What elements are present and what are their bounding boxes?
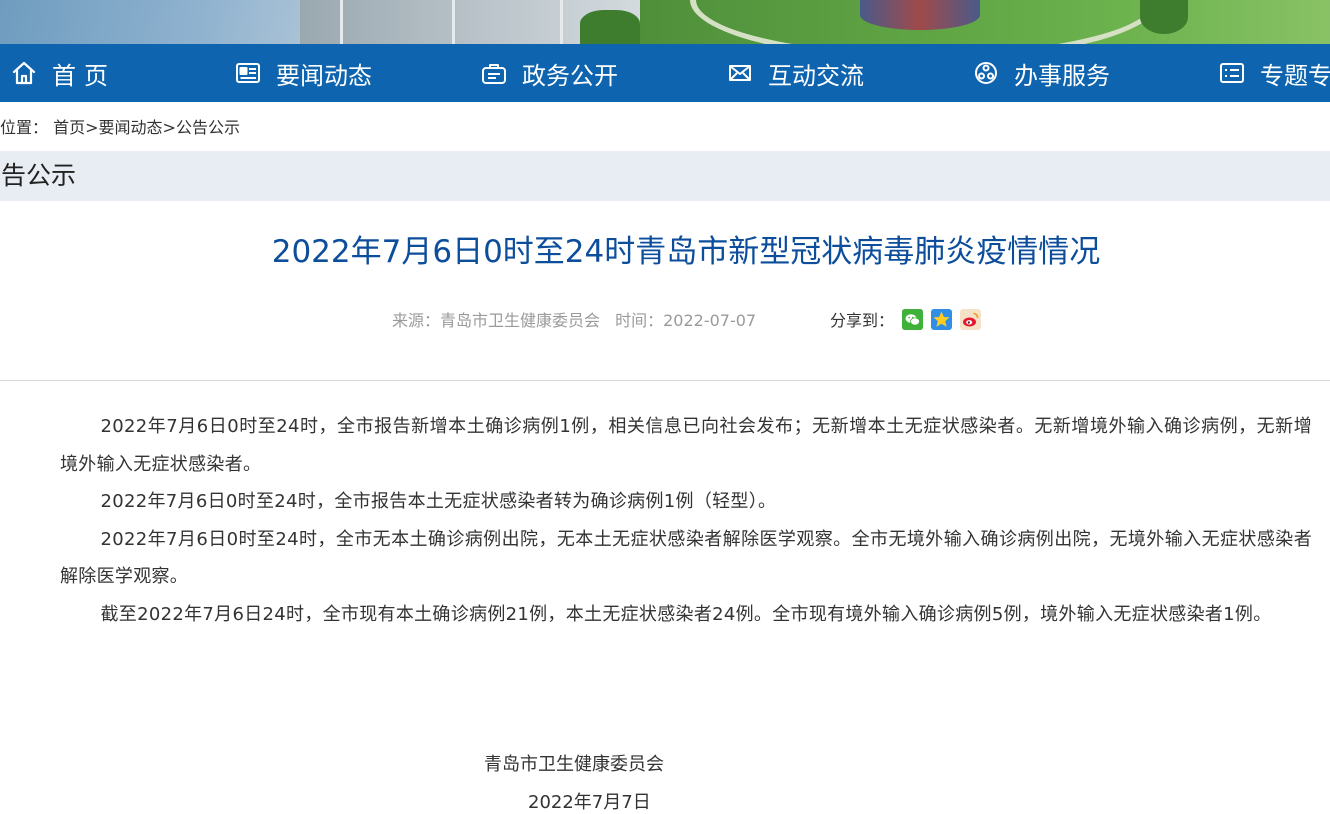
share-bar: 分享到： xyxy=(830,307,982,331)
nav-item-label: 互动交流 xyxy=(768,61,864,90)
breadcrumb: 位置： 首页>要闻动态>公告公示 xyxy=(0,114,240,140)
article-meta: 来源：青岛市卫生健康委员会 时间：2022-07-07 xyxy=(392,307,766,331)
header-banner-image xyxy=(0,0,1330,44)
banner-pole xyxy=(340,0,343,44)
share-label: 分享到： xyxy=(830,311,895,330)
article-paragraph: 截至2022年7月6日24时，全市现有本土确诊病例21例，本土无症状感染者24例… xyxy=(100,603,1272,625)
home-icon xyxy=(10,59,38,87)
breadcrumb-link-home[interactable]: 首页 xyxy=(53,118,85,137)
breadcrumb-separator: > xyxy=(162,118,176,137)
nav-item-government[interactable]: 政务公开 xyxy=(480,44,618,102)
nav-item-label: 专题专 xyxy=(1260,61,1330,90)
mail-icon xyxy=(726,59,754,87)
article-body: 2022年7月6日0时至24时，全市报告新增本土确诊病例1例，相关信息已向社会发… xyxy=(60,408,1312,633)
banner-sculpture xyxy=(860,0,980,30)
banner-pole xyxy=(560,0,563,44)
article-time: 时间：2022-07-07 xyxy=(615,311,757,330)
breadcrumb-separator: > xyxy=(85,118,99,137)
wechat-icon[interactable] xyxy=(902,308,924,330)
nav-item-news[interactable]: 要闻动态 xyxy=(234,44,372,102)
section-header-bar: 公告公示 xyxy=(0,151,1330,201)
briefcase-icon xyxy=(480,59,508,87)
section-title: 公告公示 xyxy=(0,161,77,190)
nav-item-label: 首页 xyxy=(52,61,116,90)
service-icon xyxy=(972,59,1000,87)
nav-item-home[interactable]: 首页 xyxy=(10,44,116,102)
news-icon xyxy=(234,59,262,87)
article-paragraph: 2022年7月6日0时至24时，全市报告本土无症状感染者转为确诊病例1例（轻型）… xyxy=(100,491,777,512)
nav-item-services[interactable]: 办事服务 xyxy=(972,44,1110,102)
banner-pole xyxy=(452,0,455,44)
nav-item-label: 要闻动态 xyxy=(276,61,372,90)
main-nav: 首页 要闻动态 政务公开 互动交流 办事服务 专题专 xyxy=(0,44,1330,102)
nav-item-label: 办事服务 xyxy=(1014,61,1110,90)
banner-hedge xyxy=(1140,0,1188,34)
qzone-icon[interactable] xyxy=(931,308,953,330)
nav-item-topics[interactable]: 专题专 xyxy=(1218,44,1330,102)
banner-hedge xyxy=(580,10,640,44)
nav-item-interaction[interactable]: 互动交流 xyxy=(726,44,864,102)
weibo-icon[interactable] xyxy=(960,308,982,330)
article-source: 来源：青岛市卫生健康委员会 xyxy=(392,311,601,330)
breadcrumb-link-notices[interactable]: 公告公示 xyxy=(176,118,240,137)
nav-item-label: 政务公开 xyxy=(522,61,618,90)
divider xyxy=(0,380,1330,381)
breadcrumb-link-news[interactable]: 要闻动态 xyxy=(99,118,163,137)
list-icon xyxy=(1218,59,1246,87)
signature-org: 青岛市卫生健康委员会 xyxy=(484,754,664,775)
signature-date: 2022年7月7日 xyxy=(528,792,651,813)
article-paragraph: 2022年7月6日0时至24时，全市报告新增本土确诊病例1例，相关信息已向社会发… xyxy=(60,416,1312,475)
article-paragraph: 2022年7月6日0时至24时，全市无本土确诊病例出院，无本土无症状感染者解除医… xyxy=(60,528,1312,588)
article-title: 2022年7月6日0时至24时青岛市新型冠状病毒肺炎疫情情况 xyxy=(271,234,1101,270)
breadcrumb-prefix: 位置： xyxy=(0,118,49,137)
